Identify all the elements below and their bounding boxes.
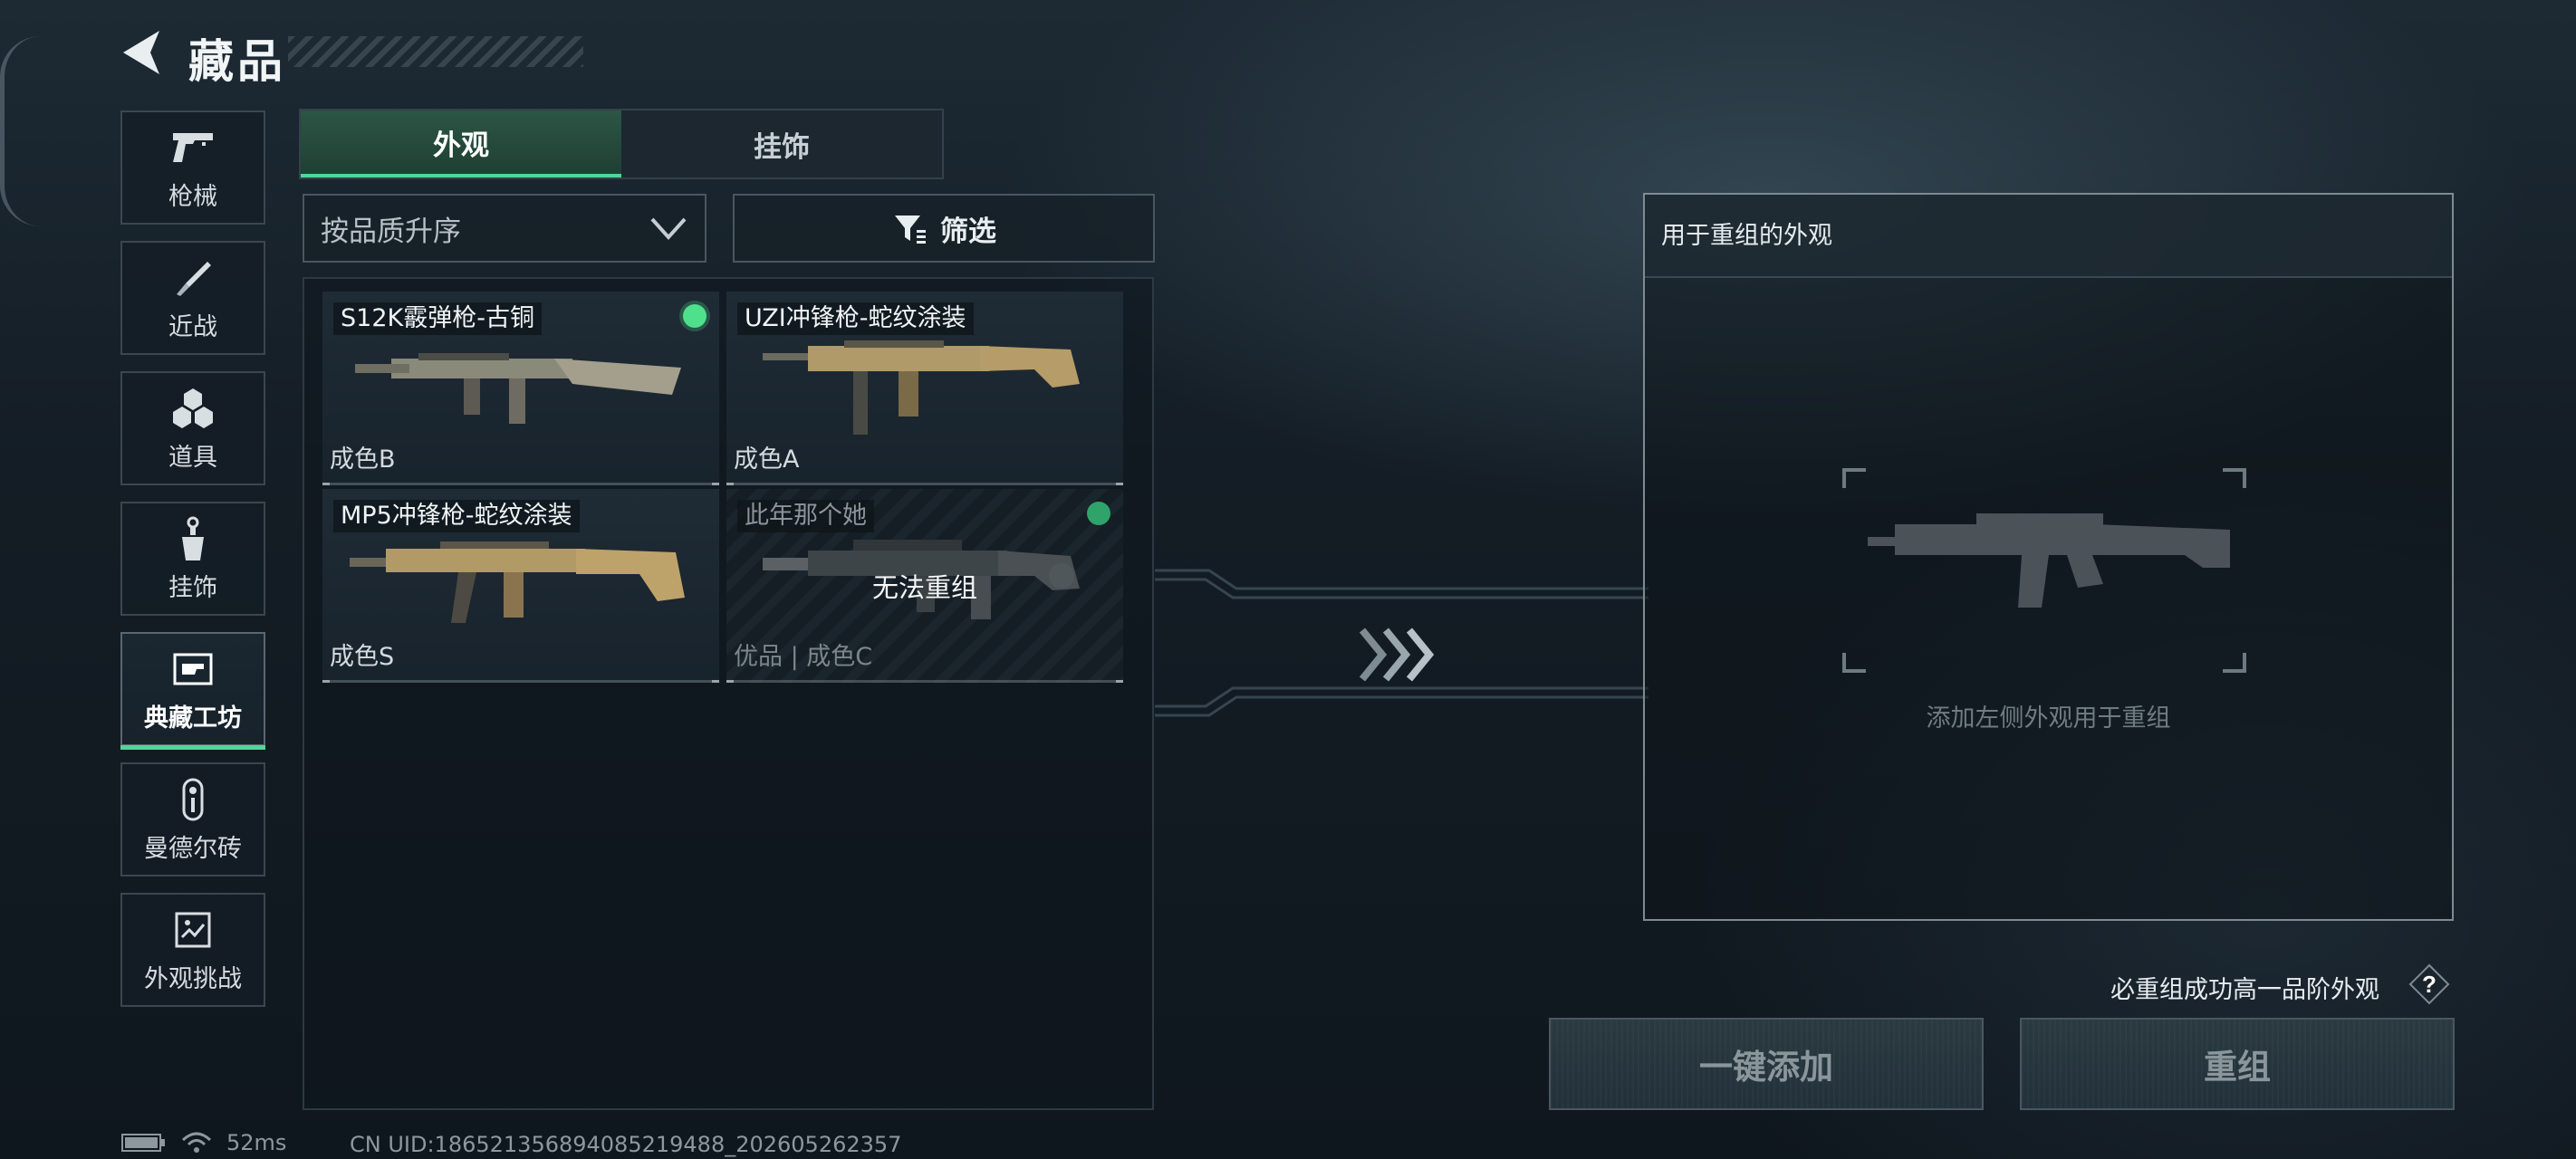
sidebar-item-label: 外观挑战 (144, 964, 242, 993)
tab-charms[interactable]: 挂饰 (621, 110, 942, 177)
skin-name: MP5冲锋枪-蛇纹涂装 (333, 500, 580, 532)
knife-icon (166, 254, 220, 302)
arrow-right-icon (1359, 627, 1435, 682)
sidebar-item-label: 近战 (168, 312, 217, 341)
filter-label: 筛选 (940, 215, 996, 248)
skin-card[interactable]: S12K霰弹枪-古铜 成色B (322, 292, 719, 485)
sidebar-item-label: 枪械 (168, 182, 217, 211)
skin-name: S12K霰弹枪-古铜 (333, 302, 542, 335)
wifi-icon (181, 1132, 212, 1153)
skin-name: 此年那个她 (737, 500, 874, 532)
page-title: 藏品 (188, 35, 286, 88)
pistol-icon (166, 124, 220, 171)
back-arrow-icon[interactable] (120, 27, 167, 78)
rifle-placeholder-icon (1868, 513, 2230, 608)
sidebar-item-label: 道具 (168, 443, 217, 472)
sidebar-item-challenge[interactable]: 外观挑战 (120, 893, 265, 1007)
title-decoration (288, 36, 583, 67)
smg-icon (350, 541, 685, 623)
card-underline (726, 680, 1123, 683)
sidebar-item-label: 典藏工坊 (144, 704, 242, 733)
filter-button[interactable]: 筛选 (733, 194, 1155, 263)
grenades-icon (166, 385, 220, 432)
smg-icon (763, 340, 1080, 435)
status-bar: 52ms (121, 1130, 286, 1155)
edge-decoration (0, 36, 41, 226)
challenge-icon (166, 906, 220, 953)
card-underline (322, 483, 719, 485)
charm-icon (166, 515, 220, 562)
help-icon[interactable]: ? (2408, 963, 2450, 1005)
svg-text:?: ? (2422, 971, 2437, 998)
cannot-reforge-label: 无法重组 (871, 572, 977, 603)
skin-grade: 优品 | 成色C (734, 643, 873, 671)
shotgun-icon (355, 353, 681, 424)
sidebar-item-mandel-brick[interactable]: 曼德尔砖 (120, 762, 265, 876)
sidebar-item-charms[interactable]: 挂饰 (120, 502, 265, 616)
reforge-slot[interactable] (1841, 466, 2248, 675)
workshop-icon (166, 646, 220, 693)
sidebar-item-label: 挂饰 (168, 573, 217, 602)
reforge-label: 重组 (2204, 1048, 2271, 1087)
selected-indicator (683, 304, 706, 328)
skin-grade: 成色S (330, 643, 395, 671)
card-underline (726, 483, 1123, 485)
sidebar-item-melee[interactable]: 近战 (120, 241, 265, 355)
reforge-panel-title: 用于重组的外观 (1645, 195, 2452, 278)
mandel-brick-icon (166, 776, 220, 823)
card-underline (322, 680, 719, 683)
uid-text: CN UID:1865213568940852194​88_2026052623… (350, 1132, 902, 1157)
tab-bar: 外观 挂饰 (299, 109, 944, 179)
sidebar-item-workshop[interactable]: 典藏工坊 (120, 632, 265, 750)
skin-card[interactable]: MP5冲锋枪-蛇纹涂装 成色S (322, 489, 719, 683)
skin-card-disabled[interactable]: 此年那个她 无法重组 优品 | 成色C (726, 489, 1123, 683)
sidebar-item-label: 曼德尔砖 (144, 834, 242, 863)
skin-name: UZI冲锋枪-蛇纹涂装 (737, 302, 974, 335)
ping-value: 52ms (226, 1130, 287, 1155)
skin-card[interactable]: UZI冲锋枪-蛇纹涂装 成色A (726, 292, 1123, 485)
skin-grid: S12K霰弹枪-古铜 成色B UZI冲锋枪-蛇纹涂装 成色A MP5冲锋枪-蛇纹… (303, 277, 1154, 1110)
add-all-label: 一键添加 (1699, 1048, 1833, 1087)
sort-dropdown[interactable]: 按品质升序 (303, 194, 706, 263)
reforge-hint: 添加左侧外观用于重组 (1926, 704, 2171, 733)
filter-icon (895, 216, 926, 244)
add-all-button[interactable]: 一键添加 (1549, 1018, 1984, 1110)
reforge-panel: 用于重组的外观 添加左侧外观用于重组 (1643, 193, 2454, 921)
tab-appearance[interactable]: 外观 (301, 110, 621, 177)
sort-selected-value: 按品质升序 (321, 215, 461, 248)
sidebar-item-guns[interactable]: 枪械 (120, 110, 265, 225)
skin-grade: 成色A (734, 445, 800, 474)
selected-indicator (1087, 502, 1110, 525)
skin-grade: 成色B (330, 445, 396, 474)
guarantee-text: 必重组成功高一品阶外观 (2110, 976, 2379, 1004)
sidebar-item-items[interactable]: 道具 (120, 371, 265, 485)
battery-icon (121, 1134, 165, 1152)
chevron-down-icon (650, 217, 687, 240)
reforge-button[interactable]: 重组 (2020, 1018, 2455, 1110)
